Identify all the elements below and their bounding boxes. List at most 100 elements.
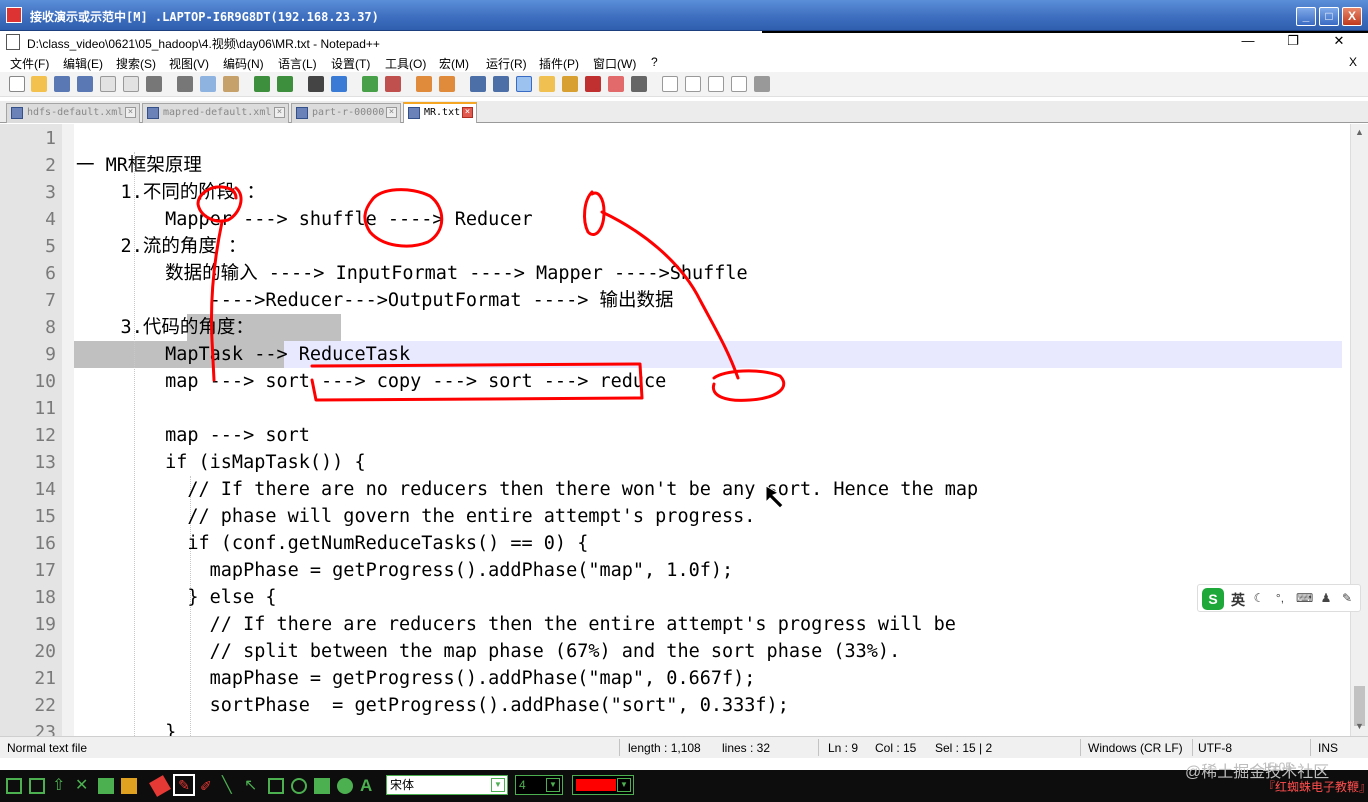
zoom-out-icon[interactable] xyxy=(385,76,401,92)
eraser-icon[interactable] xyxy=(149,775,171,797)
encoding[interactable]: UTF-8 xyxy=(1198,741,1232,755)
close-button[interactable]: ✕ xyxy=(1324,32,1354,50)
ime-toolbar[interactable]: S 英 ☾ °, ⌨ ♟ ✎ xyxy=(1197,584,1361,612)
tab-part-r-00000[interactable]: part-r-00000 × xyxy=(291,103,401,123)
text-editor[interactable]: 1 2 3 4 5 6 7 8 9 10 11 12 13 14 15 16 1… xyxy=(0,124,1350,736)
moon-icon[interactable]: ☾ xyxy=(1252,591,1266,605)
eol-format[interactable]: Windows (CR LF) xyxy=(1088,741,1183,755)
chevron-down-icon[interactable]: ▼ xyxy=(491,778,505,792)
punctuation-icon[interactable]: °, xyxy=(1273,591,1287,605)
line-icon[interactable]: ╲ xyxy=(222,778,238,794)
open-file-icon[interactable] xyxy=(31,76,47,92)
print-icon[interactable] xyxy=(146,76,162,92)
menu-macro[interactable]: 宏(M) xyxy=(439,55,469,72)
open-folder-icon[interactable] xyxy=(121,778,137,794)
menu-window[interactable]: 窗口(W) xyxy=(593,55,636,72)
document-lines: lines : 32 xyxy=(722,741,771,755)
whiteboard-icon[interactable] xyxy=(29,778,45,794)
doc-map-icon[interactable] xyxy=(562,76,578,92)
sync-horizontal-icon[interactable] xyxy=(439,76,455,92)
ime-language-toggle[interactable]: 英 xyxy=(1231,590,1245,610)
redo-icon[interactable] xyxy=(277,76,293,92)
menu-language[interactable]: 语言(L) xyxy=(278,55,317,72)
find-icon[interactable] xyxy=(308,76,324,92)
sogou-logo-icon[interactable]: S xyxy=(1202,588,1224,610)
pen-icon[interactable]: ✎ xyxy=(173,774,195,796)
size-select[interactable]: 4 ▼ xyxy=(515,775,563,795)
minimize-button[interactable]: — xyxy=(1233,32,1263,50)
arrow-line-icon[interactable]: ↖ xyxy=(244,778,260,794)
save-icon[interactable] xyxy=(98,778,114,794)
monitoring-icon[interactable] xyxy=(631,76,647,92)
close-document-button[interactable]: X xyxy=(1349,55,1357,69)
menu-search[interactable]: 搜索(S) xyxy=(116,55,156,72)
saved-file-icon xyxy=(408,107,420,119)
font-select[interactable]: 宋体 ▼ xyxy=(386,775,508,795)
word-wrap-icon[interactable] xyxy=(470,76,486,92)
filled-rectangle-icon[interactable] xyxy=(314,778,330,794)
insert-mode[interactable]: INS xyxy=(1318,741,1338,755)
menu-encoding[interactable]: 编码(N) xyxy=(223,55,264,72)
record-macro-icon[interactable] xyxy=(662,76,678,92)
line-number: 15 xyxy=(34,506,56,527)
save-icon[interactable] xyxy=(54,76,70,92)
menu-file[interactable]: 文件(F) xyxy=(10,55,49,72)
remote-minimize-button[interactable]: _ xyxy=(1296,7,1316,26)
restore-button[interactable]: ❐ xyxy=(1278,32,1308,50)
menu-plugins[interactable]: 插件(P) xyxy=(539,55,579,72)
undo-icon[interactable] xyxy=(254,76,270,92)
indent-guide-icon[interactable] xyxy=(516,76,532,92)
new-file-icon[interactable] xyxy=(9,76,25,92)
clear-icon[interactable]: ✕ xyxy=(75,778,91,794)
close-icon[interactable] xyxy=(100,76,116,92)
tab-close-icon[interactable]: × xyxy=(274,107,285,118)
remote-maximize-button[interactable]: □ xyxy=(1319,7,1339,26)
menu-run[interactable]: 运行(R) xyxy=(486,55,527,72)
tab-close-icon[interactable]: × xyxy=(386,107,397,118)
remote-close-button[interactable]: X xyxy=(1342,7,1362,26)
wrench-icon[interactable]: ✎ xyxy=(1340,591,1354,605)
text-tool-icon[interactable]: A xyxy=(360,777,376,794)
tab-hdfs-default[interactable]: hdfs-default.xml × xyxy=(6,103,140,123)
tab-mapred-default[interactable]: mapred-default.xml × xyxy=(142,103,289,123)
play-macro-icon[interactable] xyxy=(708,76,724,92)
vertical-scrollbar[interactable]: ▲ ▼ xyxy=(1350,124,1368,736)
replace-icon[interactable] xyxy=(331,76,347,92)
user-icon[interactable]: ♟ xyxy=(1319,591,1333,605)
keyboard-icon[interactable]: ⌨ xyxy=(1296,591,1313,605)
brand-label: 『红蜘蛛电子教鞭』 xyxy=(1263,780,1368,794)
menu-edit[interactable]: 编辑(E) xyxy=(63,55,103,72)
function-list-icon[interactable] xyxy=(585,76,601,92)
tab-close-icon[interactable]: × xyxy=(462,107,473,118)
menu-help[interactable]: ? xyxy=(651,55,658,69)
menu-view[interactable]: 视图(V) xyxy=(169,55,209,72)
scroll-up-icon[interactable]: ▲ xyxy=(1351,124,1368,141)
copy-icon[interactable] xyxy=(200,76,216,92)
save-macro-icon[interactable] xyxy=(754,76,770,92)
board-icon[interactable] xyxy=(6,778,22,794)
menu-settings[interactable]: 设置(T) xyxy=(331,55,370,72)
pen-color-select[interactable]: ▼ xyxy=(572,775,634,795)
chevron-down-icon[interactable]: ▼ xyxy=(546,778,560,792)
folder-workspace-icon[interactable] xyxy=(608,76,624,92)
show-all-chars-icon[interactable] xyxy=(493,76,509,92)
sync-vertical-icon[interactable] xyxy=(416,76,432,92)
stop-macro-icon[interactable] xyxy=(685,76,701,92)
run-macro-multiple-icon[interactable] xyxy=(731,76,747,92)
ellipse-icon[interactable] xyxy=(291,778,307,794)
zoom-in-icon[interactable] xyxy=(362,76,378,92)
close-all-icon[interactable] xyxy=(123,76,139,92)
scroll-down-icon[interactable]: ▼ xyxy=(1351,718,1368,735)
rectangle-icon[interactable] xyxy=(268,778,284,794)
tab-mr-txt[interactable]: MR.txt × xyxy=(403,102,477,123)
arrow-up-icon[interactable]: ⇧ xyxy=(52,778,68,794)
save-all-icon[interactable] xyxy=(77,76,93,92)
menu-tools[interactable]: 工具(O) xyxy=(385,55,426,72)
cut-icon[interactable] xyxy=(177,76,193,92)
paste-icon[interactable] xyxy=(223,76,239,92)
chevron-down-icon[interactable]: ▼ xyxy=(617,778,631,792)
highlighter-icon[interactable]: ✐ xyxy=(200,778,216,794)
filled-ellipse-icon[interactable] xyxy=(337,778,353,794)
udl-icon[interactable] xyxy=(539,76,555,92)
tab-close-icon[interactable]: × xyxy=(125,107,136,118)
